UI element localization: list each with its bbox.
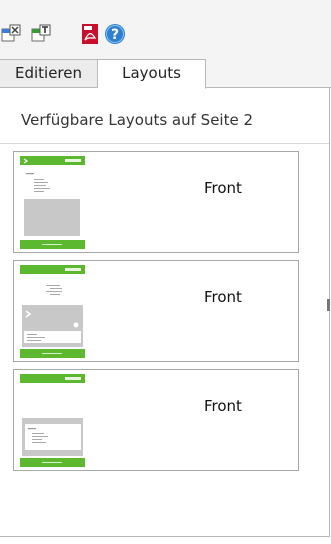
tab-strip: Editieren Layouts — [0, 50, 331, 89]
layout-x-icon[interactable] — [0, 23, 22, 45]
layout-label: Front — [204, 179, 242, 197]
layout-card[interactable]: Front — [13, 260, 299, 362]
layout-t-icon[interactable] — [30, 23, 52, 45]
layout-card[interactable]: Front — [13, 369, 299, 471]
layouts-panel: Verfügbare Layouts auf Seite 2 Front Fro… — [0, 88, 330, 537]
help-icon[interactable]: ? — [104, 23, 126, 45]
panel-title: Verfügbare Layouts auf Seite 2 — [21, 111, 254, 129]
toolbar: ? — [0, 0, 331, 51]
layout-thumbnail — [20, 156, 85, 249]
layout-card[interactable]: Front — [13, 151, 299, 253]
tab-editieren[interactable]: Editieren — [0, 59, 98, 87]
pdf-icon[interactable] — [79, 23, 101, 45]
layout-thumbnail — [20, 374, 85, 467]
resize-handle[interactable] — [327, 299, 330, 311]
layout-thumbnail — [20, 265, 85, 358]
layout-label: Front — [204, 397, 242, 415]
svg-text:?: ? — [111, 27, 119, 43]
tab-layouts[interactable]: Layouts — [98, 59, 206, 89]
layout-label: Front — [204, 288, 242, 306]
divider — [0, 143, 329, 144]
